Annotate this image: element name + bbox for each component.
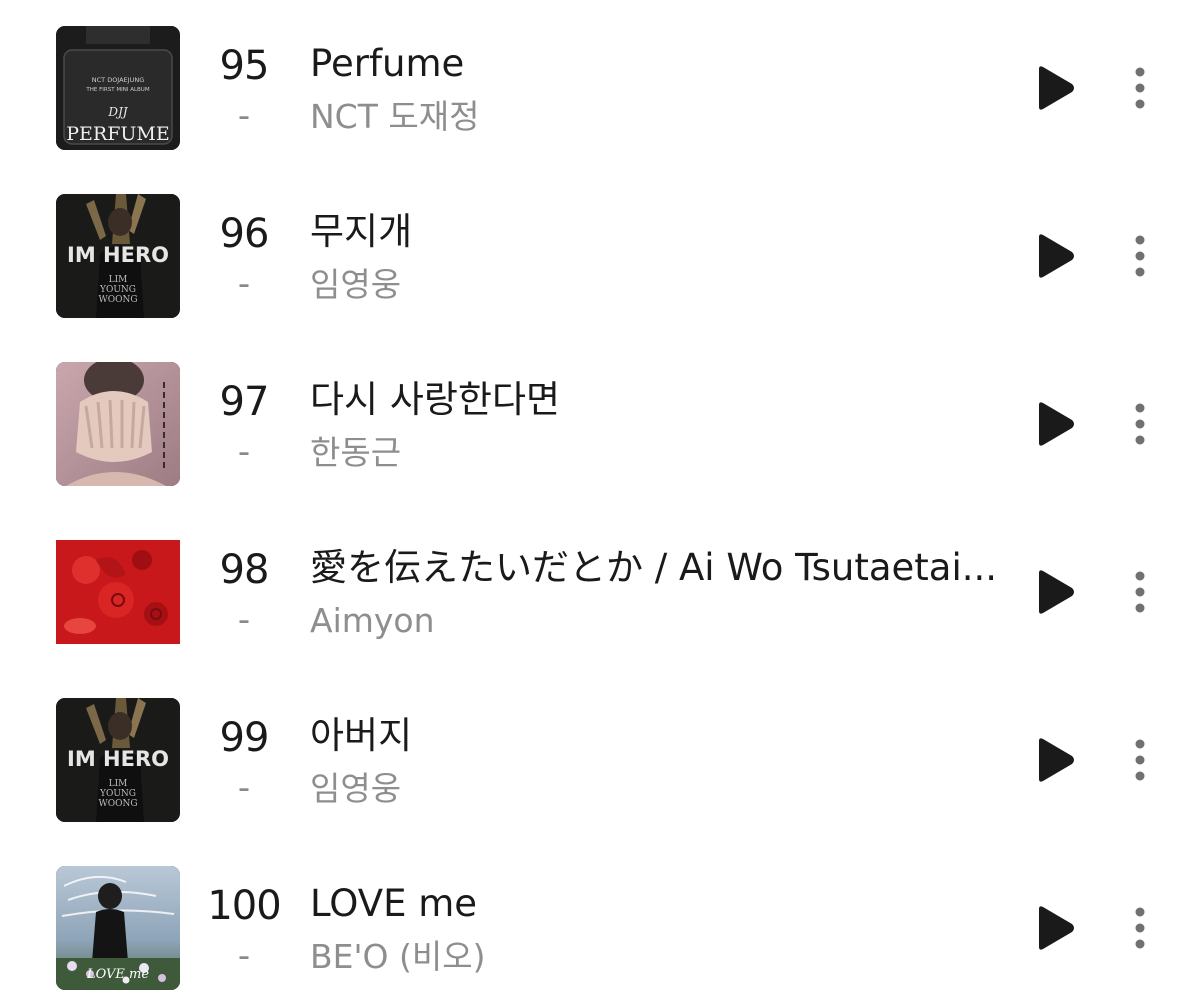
- song-title[interactable]: Perfume: [310, 40, 464, 88]
- album-art[interactable]: [56, 530, 180, 654]
- more-vertical-icon: [1135, 739, 1145, 781]
- album-art-imhero: IM HERO LIM YOUNG WOONG: [56, 698, 180, 822]
- rank-change: -: [237, 936, 251, 976]
- album-art[interactable]: IM HERO LIM YOUNG WOONG: [56, 194, 180, 318]
- chart-row[interactable]: 98 - 愛を伝えたいだとか / Ai Wo Tsutaetai... Aimy…: [0, 530, 1200, 654]
- album-text-line2: YOUNG: [99, 789, 136, 799]
- album-text-line2: THE FIRST MINI ALBUM: [85, 87, 149, 93]
- artist-name[interactable]: 임영웅: [310, 264, 401, 306]
- artist-name[interactable]: 한동근: [310, 432, 401, 474]
- song-title[interactable]: 아버지: [310, 712, 412, 760]
- more-options-button[interactable]: [1120, 568, 1160, 616]
- album-text-line1: LIM: [109, 779, 128, 789]
- more-vertical-icon: [1135, 403, 1145, 445]
- rank-number: 99: [219, 715, 270, 761]
- rank-change: -: [237, 768, 251, 808]
- more-vertical-icon: [1135, 235, 1145, 277]
- artist-name[interactable]: 임영웅: [310, 768, 401, 810]
- album-word: LOVE me: [86, 967, 149, 982]
- more-vertical-icon: [1135, 571, 1145, 613]
- play-icon: [1039, 906, 1074, 950]
- artist-name[interactable]: Aimyon: [310, 600, 435, 642]
- play-icon: [1039, 738, 1074, 782]
- album-art[interactable]: [56, 362, 180, 486]
- album-logo: DJJ: [107, 105, 128, 119]
- chart-list: NCT DOJAEJUNG THE FIRST MINI ALBUM DJJ P…: [0, 0, 1200, 1002]
- play-icon: [1039, 234, 1074, 278]
- rank-change: -: [237, 432, 251, 472]
- play-button[interactable]: [1030, 568, 1078, 616]
- play-icon: [1039, 570, 1074, 614]
- album-word: PERFUME: [66, 123, 169, 145]
- more-options-button[interactable]: [1120, 400, 1160, 448]
- rank-change: -: [237, 264, 251, 304]
- song-title[interactable]: 무지개: [310, 208, 412, 256]
- play-icon: [1039, 66, 1074, 110]
- song-title[interactable]: 다시 사랑한다면: [310, 376, 560, 424]
- album-text-line1: NCT DOJAEJUNG: [92, 76, 145, 84]
- album-art-imhero: IM HERO LIM YOUNG WOONG: [56, 194, 180, 318]
- album-word: IM HERO: [67, 243, 169, 267]
- artist-name[interactable]: BE'O (비오): [310, 936, 486, 978]
- play-button[interactable]: [1030, 904, 1078, 952]
- album-text-line3: WOONG: [98, 799, 137, 809]
- album-text-line2: YOUNG: [99, 285, 136, 295]
- play-icon: [1039, 402, 1074, 446]
- more-options-button[interactable]: [1120, 736, 1160, 784]
- rank-number: 98: [219, 547, 270, 593]
- artist-name[interactable]: NCT 도재정: [310, 96, 479, 138]
- chart-row[interactable]: LOVE me 100 - LOVE me BE'O (비오): [0, 866, 1200, 990]
- album-art-loveme: LOVE me: [56, 866, 180, 990]
- album-art-red: [56, 530, 180, 654]
- song-title[interactable]: 愛を伝えたいだとか / Ai Wo Tsutaetai...: [310, 544, 997, 592]
- more-options-button[interactable]: [1120, 904, 1160, 952]
- rank-number: 95: [219, 43, 270, 89]
- chart-row[interactable]: IM HERO LIM YOUNG WOONG 99 - 아버지 임영웅: [0, 698, 1200, 822]
- more-vertical-icon: [1135, 67, 1145, 109]
- album-art-hands: [56, 362, 180, 486]
- play-button[interactable]: [1030, 232, 1078, 280]
- more-vertical-icon: [1135, 907, 1145, 949]
- chart-row[interactable]: 97 - 다시 사랑한다면 한동근: [0, 362, 1200, 486]
- album-art[interactable]: IM HERO LIM YOUNG WOONG: [56, 698, 180, 822]
- album-art[interactable]: LOVE me: [56, 866, 180, 990]
- rank-number: 100: [207, 883, 281, 929]
- play-button[interactable]: [1030, 400, 1078, 448]
- more-options-button[interactable]: [1120, 64, 1160, 112]
- chart-row[interactable]: NCT DOJAEJUNG THE FIRST MINI ALBUM DJJ P…: [0, 26, 1200, 150]
- play-button[interactable]: [1030, 64, 1078, 112]
- album-art[interactable]: NCT DOJAEJUNG THE FIRST MINI ALBUM DJJ P…: [56, 26, 180, 150]
- rank-number: 97: [219, 379, 270, 425]
- album-art-perfume: NCT DOJAEJUNG THE FIRST MINI ALBUM DJJ P…: [56, 26, 180, 150]
- album-text-line3: WOONG: [98, 295, 137, 305]
- chart-row[interactable]: IM HERO LIM YOUNG WOONG 96 - 무지개 임영웅: [0, 194, 1200, 318]
- play-button[interactable]: [1030, 736, 1078, 784]
- more-options-button[interactable]: [1120, 232, 1160, 280]
- rank-change: -: [237, 96, 251, 136]
- rank-number: 96: [219, 211, 270, 257]
- rank-change: -: [237, 600, 251, 640]
- album-word: IM HERO: [67, 747, 169, 771]
- album-text-line1: LIM: [109, 275, 128, 285]
- song-title[interactable]: LOVE me: [310, 880, 477, 928]
